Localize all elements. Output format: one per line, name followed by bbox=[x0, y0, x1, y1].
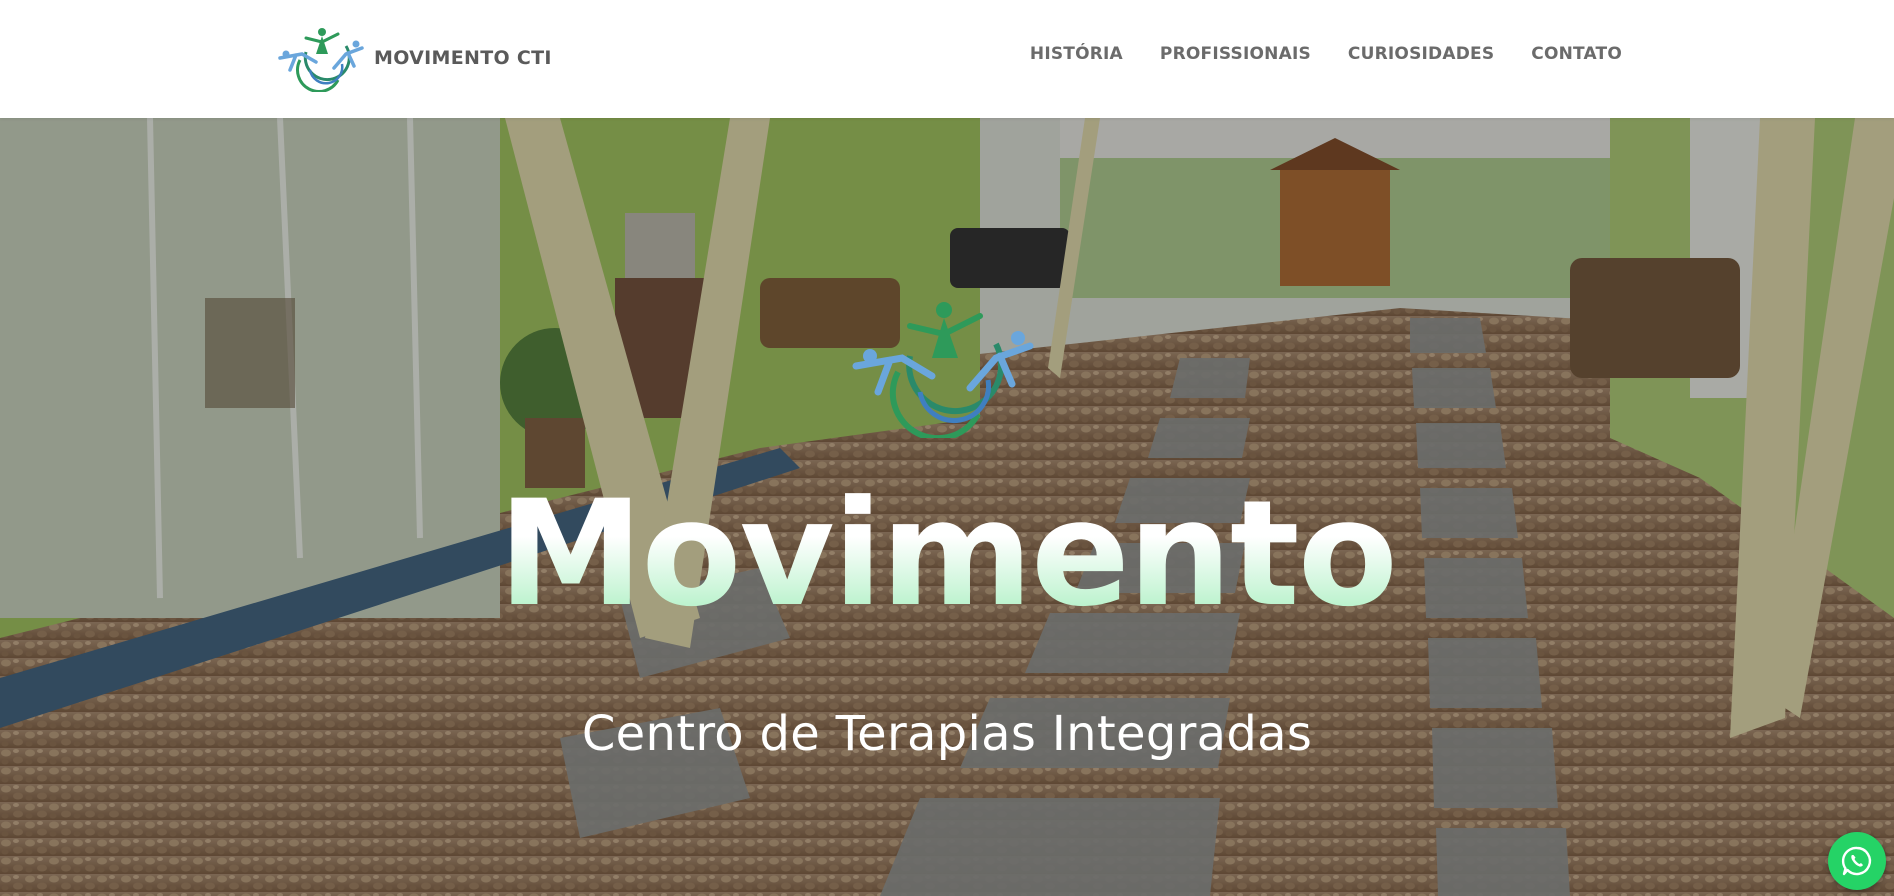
hero-title: Movimento bbox=[0, 481, 1894, 627]
brand-link[interactable]: MOVIMENTO CTI bbox=[276, 24, 552, 92]
nav-item-curiosidades[interactable]: CURIOSIDADES bbox=[1348, 44, 1494, 64]
hero-subtitle: Centro de Terapias Integradas bbox=[581, 706, 1313, 762]
site-header: MOVIMENTO CTI HISTÓRIA PROFISSIONAIS CUR… bbox=[0, 0, 1894, 118]
whatsapp-button[interactable] bbox=[1828, 832, 1886, 890]
movimento-logo-icon bbox=[852, 302, 1034, 438]
movimento-logo-icon bbox=[278, 28, 364, 92]
brand-name: MOVIMENTO CTI bbox=[374, 47, 552, 69]
nav-item-historia[interactable]: HISTÓRIA bbox=[1030, 44, 1123, 64]
main-nav: HISTÓRIA PROFISSIONAIS CURIOSIDADES CONT… bbox=[1030, 44, 1622, 64]
whatsapp-icon bbox=[1841, 846, 1872, 876]
nav-item-contato[interactable]: CONTATO bbox=[1531, 44, 1622, 64]
nav-item-profissionais[interactable]: PROFISSIONAIS bbox=[1160, 44, 1311, 64]
hero-section: Movimento Centro de Terapias Integradas bbox=[0, 118, 1894, 896]
